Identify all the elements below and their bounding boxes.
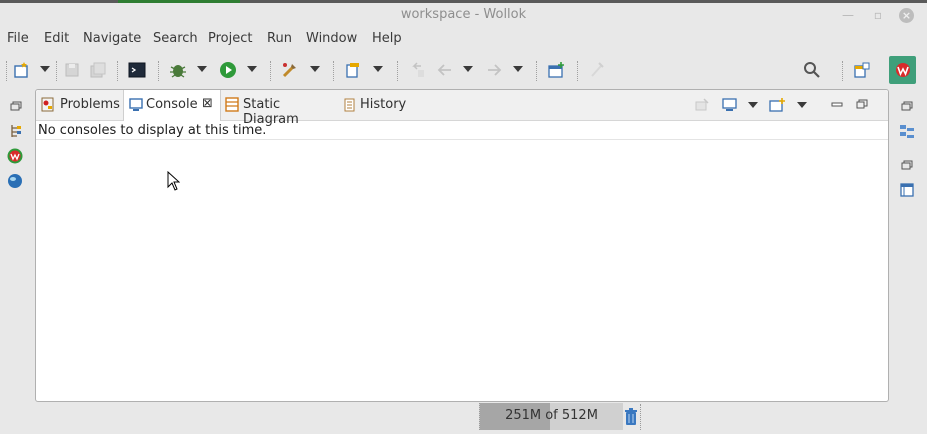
editor-area-icon[interactable] xyxy=(899,182,915,198)
tab-label: Problems xyxy=(60,97,120,112)
tab-label: Console xyxy=(146,97,198,112)
new-package-dropdown-arrow[interactable] xyxy=(373,66,383,72)
console-empty-message: No consoles to display at this time. xyxy=(38,123,267,138)
minimize-button[interactable]: — xyxy=(839,6,857,24)
wollok-perspective-button[interactable] xyxy=(889,56,916,84)
static-diagram-icon xyxy=(225,97,239,112)
maximize-button[interactable]: ▫ xyxy=(869,6,887,24)
heap-status-text: 251M of 512M xyxy=(505,408,598,423)
wollok-perspective-icon xyxy=(896,63,910,77)
console-dropdown-arrow[interactable] xyxy=(748,102,758,108)
minimize-view-icon[interactable] xyxy=(830,98,844,110)
history-icon xyxy=(344,98,355,112)
tab-label: History xyxy=(360,97,407,112)
menu-navigate[interactable]: Navigate xyxy=(83,31,141,46)
left-trim-stack xyxy=(0,90,32,200)
title-bar[interactable]: workspace - Wollok — ▫ × xyxy=(0,3,927,27)
right-trim-stack xyxy=(893,90,927,210)
globe-icon[interactable] xyxy=(7,173,23,189)
menu-search[interactable]: Search xyxy=(153,31,198,46)
console-view-panel: Problems Console ⊠ Static Diagram Histor… xyxy=(35,89,889,402)
open-console-icon[interactable] xyxy=(769,97,787,113)
mouse-cursor-icon xyxy=(167,171,180,191)
menu-bar: File Edit Navigate Search Project Run Wi… xyxy=(0,29,927,51)
back-icon[interactable] xyxy=(435,60,455,80)
save-icon[interactable] xyxy=(62,60,82,80)
close-tab-icon[interactable]: ⊠ xyxy=(202,96,213,111)
debug-dropdown-arrow[interactable] xyxy=(197,66,207,72)
restore-icon[interactable] xyxy=(899,98,915,114)
save-all-icon[interactable] xyxy=(88,60,108,80)
back-dropdown-arrow[interactable] xyxy=(463,66,473,72)
window-title: workspace - Wollok xyxy=(400,7,527,22)
forward-dropdown-arrow[interactable] xyxy=(513,66,523,72)
menu-help[interactable]: Help xyxy=(372,31,402,46)
problems-icon xyxy=(41,97,54,112)
open-console-dropdown-arrow[interactable] xyxy=(797,102,807,108)
menu-run[interactable]: Run xyxy=(267,31,292,46)
restore-icon[interactable] xyxy=(899,157,915,173)
new-dropdown-arrow[interactable] xyxy=(40,66,50,72)
trash-icon[interactable] xyxy=(622,406,640,428)
restore-icon[interactable] xyxy=(8,98,24,114)
display-selected-console-icon[interactable] xyxy=(722,97,738,113)
search-icon[interactable] xyxy=(802,60,822,80)
run-icon[interactable] xyxy=(218,60,238,80)
open-perspective-icon[interactable] xyxy=(546,60,566,80)
new-wizard-icon[interactable] xyxy=(12,60,32,80)
perspective-switcher-icon[interactable] xyxy=(852,60,872,80)
console-content[interactable]: No consoles to display at this time. xyxy=(36,121,888,140)
status-separator xyxy=(640,404,642,430)
maximize-view-icon[interactable] xyxy=(855,97,869,111)
external-tools-icon[interactable] xyxy=(280,60,300,80)
pin-icon[interactable] xyxy=(587,60,607,80)
tab-history[interactable]: History xyxy=(338,90,410,120)
tab-problems[interactable]: Problems xyxy=(36,90,122,120)
new-java-package-icon[interactable] xyxy=(343,60,363,80)
console-icon xyxy=(129,98,143,111)
tab-static-diagram[interactable]: Static Diagram xyxy=(221,90,337,127)
run-dropdown-arrow[interactable] xyxy=(247,66,257,72)
menu-edit[interactable]: Edit xyxy=(44,31,69,46)
menu-project[interactable]: Project xyxy=(208,31,252,46)
menu-file[interactable]: File xyxy=(7,31,29,46)
package-explorer-icon[interactable] xyxy=(8,123,24,139)
view-tab-bar: Problems Console ⊠ Static Diagram Histor… xyxy=(36,90,888,127)
last-edit-location-icon[interactable] xyxy=(407,60,427,80)
heap-status[interactable]: 251M of 512M xyxy=(479,403,623,430)
pin-console-icon[interactable] xyxy=(694,97,710,113)
external-tools-dropdown-arrow[interactable] xyxy=(310,66,320,72)
tab-console[interactable]: Console ⊠ xyxy=(123,90,221,121)
menu-window[interactable]: Window xyxy=(306,31,357,46)
debug-icon[interactable] xyxy=(168,60,188,80)
main-toolbar xyxy=(0,55,927,87)
outline-icon[interactable] xyxy=(899,123,915,139)
open-terminal-icon[interactable] xyxy=(127,60,147,80)
forward-icon[interactable] xyxy=(484,60,504,80)
close-window-button[interactable]: × xyxy=(899,8,914,23)
wollok-repl-icon[interactable] xyxy=(7,148,23,164)
